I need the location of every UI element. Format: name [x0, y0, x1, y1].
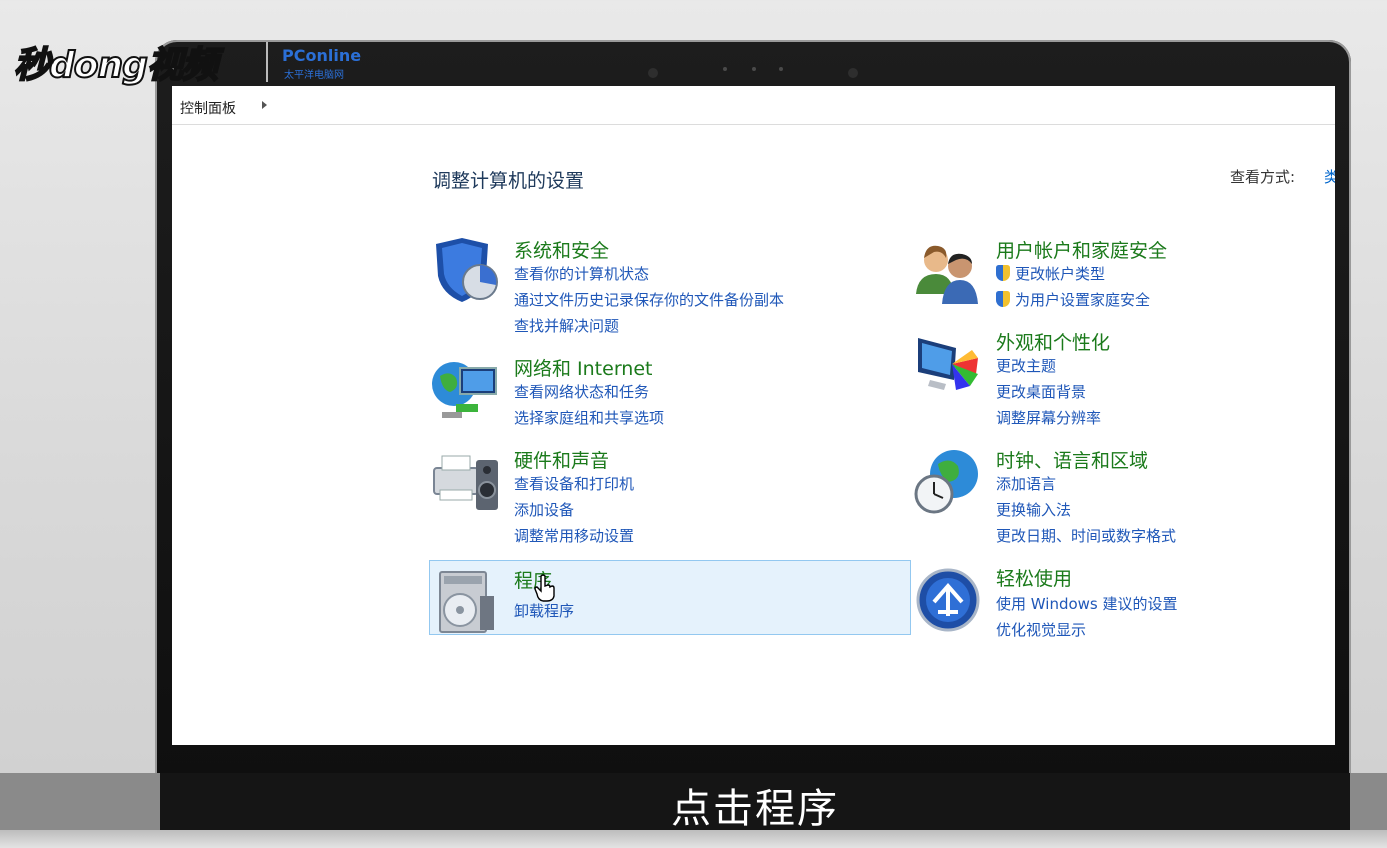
clock-globe-icon [914, 450, 978, 514]
breadcrumb-root[interactable]: 控制面板 [180, 98, 236, 118]
subtitle-caption: 点击程序 [671, 786, 839, 832]
view-by-dropdown[interactable]: 类 [1324, 166, 1335, 187]
link-homegroup-sharing[interactable]: 选择家庭组和共享选项 [514, 407, 664, 428]
link-optimize-display[interactable]: 优化视觉显示 [996, 619, 1086, 640]
camera-dot [752, 67, 756, 71]
hand-cursor-icon [534, 574, 555, 602]
camera-dot [848, 68, 858, 78]
link-recommended-settings[interactable]: 使用 Windows 建议的设置 [996, 593, 1178, 614]
link-label: 更改帐户类型 [1015, 265, 1106, 283]
category-network-internet: 网络和 Internet 查看网络状态和任务 选择家庭组和共享选项 [430, 354, 910, 434]
control-panel-window: 控制面板 调整计算机的设置 查看方式: 类 系统和安全 查看你的计算机状态 通过… [172, 86, 1335, 745]
uac-shield-icon [996, 265, 1010, 281]
link-troubleshoot[interactable]: 查找并解决问题 [514, 315, 619, 336]
link-family-safety[interactable]: 为用户设置家庭安全 [996, 289, 1150, 310]
watermark-divider [266, 42, 268, 82]
printer-icon [433, 455, 498, 510]
category-programs[interactable]: 程序 卸载程序 [430, 566, 910, 636]
category-system-security: 系统和安全 查看你的计算机状态 通过文件历史记录保存你的文件备份副本 查找并解决… [430, 236, 910, 346]
network-globe-icon [432, 362, 497, 418]
address-bar[interactable]: 控制面板 [172, 86, 1335, 125]
link-mobility-settings[interactable]: 调整常用移动设置 [514, 525, 634, 546]
camera-dot [723, 67, 727, 71]
category-ease-of-access: 轻松使用 使用 Windows 建议的设置 优化视觉显示 [912, 564, 1332, 644]
view-by-label: 查看方式: [1230, 168, 1296, 186]
monitor-palette-icon [918, 338, 978, 390]
link-screen-resolution[interactable]: 调整屏幕分辨率 [996, 407, 1101, 428]
uac-shield-icon [996, 291, 1010, 307]
link-change-theme[interactable]: 更改主题 [996, 355, 1056, 376]
category-appearance: 外观和个性化 更改主题 更改桌面背景 调整屏幕分辨率 [912, 328, 1332, 428]
category-title[interactable]: 用户帐户和家庭安全 [996, 236, 1167, 263]
partner-logo: PConline [282, 46, 362, 65]
page-heading: 调整计算机的设置 [432, 170, 585, 192]
link-add-language[interactable]: 添加语言 [996, 473, 1056, 494]
category-clock-language: 时钟、语言和区域 添加语言 更换输入法 更改日期、时间或数字格式 [912, 446, 1332, 556]
users-icon [916, 245, 978, 304]
category-hardware-sound: 硬件和声音 查看设备和打印机 添加设备 调整常用移动设置 [430, 446, 910, 556]
camera-dot [779, 67, 783, 71]
category-user-accounts: 用户帐户和家庭安全 更改帐户类型 为用户设置家庭安全 [912, 236, 1332, 316]
link-date-time-format[interactable]: 更改日期、时间或数字格式 [996, 525, 1176, 546]
link-uninstall-program[interactable]: 卸载程序 [514, 600, 574, 621]
breadcrumb-arrow-icon[interactable] [262, 101, 267, 109]
category-title[interactable]: 轻松使用 [996, 564, 1072, 591]
category-title[interactable]: 外观和个性化 [996, 328, 1110, 355]
category-title[interactable]: 硬件和声音 [514, 446, 609, 473]
link-change-input-method[interactable]: 更换输入法 [996, 499, 1071, 520]
shield-icon [436, 238, 498, 302]
category-title[interactable]: 系统和安全 [514, 236, 609, 263]
link-add-device[interactable]: 添加设备 [514, 499, 574, 520]
category-title[interactable]: 时钟、语言和区域 [996, 446, 1148, 473]
watermark-logo: 秒dong视频 [13, 44, 219, 87]
link-network-status[interactable]: 查看网络状态和任务 [514, 381, 649, 402]
link-view-computer-status[interactable]: 查看你的计算机状态 [514, 263, 649, 284]
link-file-history-backup[interactable]: 通过文件历史记录保存你的文件备份副本 [514, 289, 784, 310]
ease-of-access-icon [916, 568, 980, 632]
partner-logo-sub: 太平洋电脑网 [284, 70, 344, 81]
link-change-background[interactable]: 更改桌面背景 [996, 381, 1086, 402]
laptop-base [0, 830, 1387, 848]
category-title[interactable]: 网络和 Internet [514, 354, 652, 381]
link-change-account-type[interactable]: 更改帐户类型 [996, 263, 1105, 284]
link-label: 为用户设置家庭安全 [1015, 291, 1151, 309]
link-devices-printers[interactable]: 查看设备和打印机 [514, 473, 634, 494]
camera-dot [648, 68, 658, 78]
programs-icon [439, 571, 494, 633]
